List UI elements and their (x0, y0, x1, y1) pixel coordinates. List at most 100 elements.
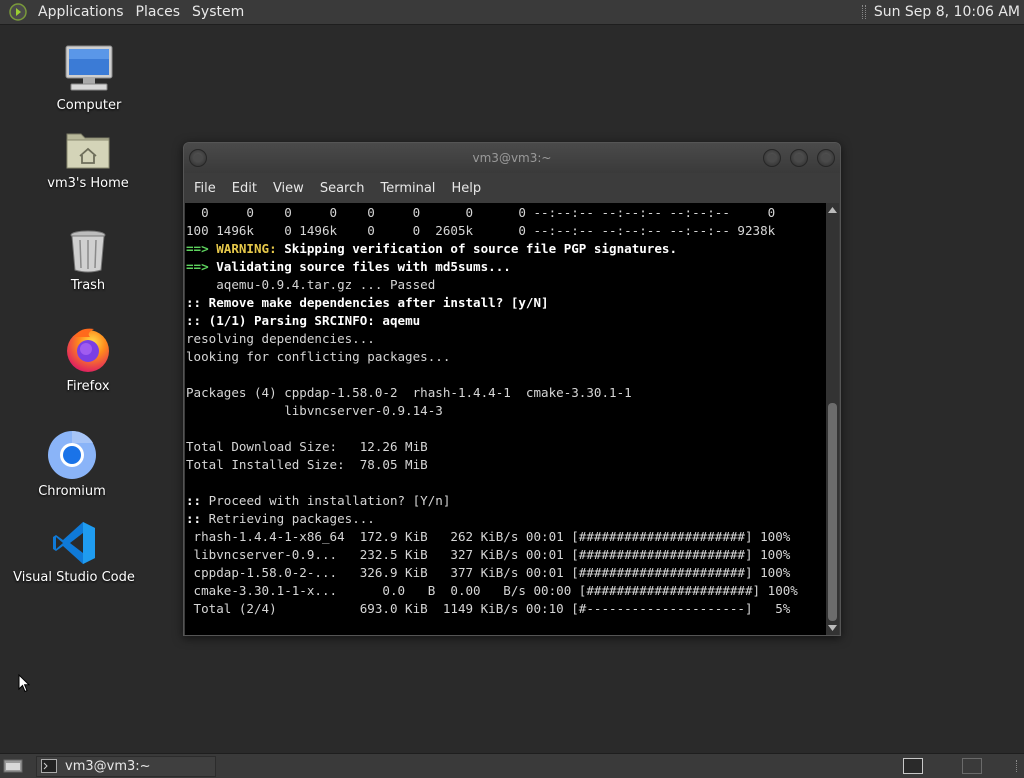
home-folder-icon (66, 133, 110, 169)
desktop-icon-firefox[interactable]: Firefox (48, 325, 128, 394)
maximize-button[interactable] (790, 149, 808, 167)
line-text: (1/1) Parsing SRCINFO: aqemu (208, 313, 421, 328)
line-text: libvncserver-0.9.14-3 (186, 403, 443, 418)
menu-edit[interactable]: Edit (232, 181, 257, 196)
taskbar-label: vm3@vm3:~ (65, 758, 151, 774)
terminal-line: looking for conflicting packages... (186, 348, 827, 366)
desktop-icon-label: Visual Studio Code (13, 570, 135, 585)
line-emphasis: WARNING: (216, 241, 277, 256)
window-titlebar[interactable]: vm3@vm3:~ (184, 143, 840, 173)
line-text: Total Installed Size: 78.05 MiB (186, 457, 428, 472)
terminal-line: aqemu-0.9.4.tar.gz ... Passed (186, 276, 827, 294)
show-desktop-icon[interactable] (2, 756, 24, 776)
main-menu-icon[interactable] (8, 2, 28, 22)
desktop-icon-chromium[interactable]: Chromium (32, 430, 112, 499)
line-prefix: :: (186, 313, 209, 328)
menu-help[interactable]: Help (451, 181, 481, 196)
system-menu[interactable]: System (190, 4, 246, 20)
terminal-line: ==> WARNING: Skipping verification of so… (186, 240, 827, 258)
desktop-icon-label: Computer (56, 98, 122, 113)
terminal-line: :: Remove make dependencies after instal… (186, 294, 827, 312)
chromium-icon (48, 430, 96, 479)
terminal-line: :: (1/1) Parsing SRCINFO: aqemu (186, 312, 827, 330)
line-text: Total (2/4) 693.0 KiB 1149 KiB/s 00:10 [… (186, 601, 791, 616)
menu-terminal[interactable]: Terminal (380, 181, 435, 196)
terminal-output[interactable]: 0 0 0 0 0 0 0 0 --:--:-- --:--:-- --:--:… (185, 203, 827, 635)
panel-handle (1016, 760, 1019, 772)
panel-separator (861, 5, 866, 19)
taskbar-terminal-button[interactable]: vm3@vm3:~ (36, 755, 216, 777)
scroll-up-arrow-icon[interactable] (828, 205, 837, 215)
computer-icon (65, 45, 113, 91)
line-prefix: :: (186, 511, 209, 526)
terminal-menubar: File Edit View Search Terminal Help (184, 173, 840, 203)
scrollbar-thumb[interactable] (828, 403, 837, 621)
desktop-icon-label: vm3's Home (47, 176, 129, 191)
mouse-pointer-icon (18, 673, 31, 697)
terminal-line: ==> Validating source files with md5sums… (186, 258, 827, 276)
line-text: resolving dependencies... (186, 331, 375, 346)
menu-view[interactable]: View (273, 181, 304, 196)
applications-menu[interactable]: Applications (36, 4, 126, 20)
terminal-line: 100 1496k 0 1496k 0 0 2605k 0 --:--:-- -… (186, 222, 827, 240)
line-text: cppdap-1.58.0-2-... 326.9 KiB 377 KiB/s … (186, 565, 791, 580)
terminal-line: Total Installed Size: 78.05 MiB (186, 456, 827, 474)
clock[interactable]: Sun Sep 8, 10:06 AM (874, 4, 1020, 20)
line-text: rhash-1.4.4-1-x86_64 172.9 KiB 262 KiB/s… (186, 529, 791, 544)
desktop-icon-label: Chromium (38, 484, 106, 499)
minimize-button[interactable] (763, 149, 781, 167)
terminal-line: rhash-1.4.4-1-x86_64 172.9 KiB 262 KiB/s… (186, 528, 827, 546)
line-text: 100 1496k 0 1496k 0 0 2605k 0 --:--:-- -… (186, 223, 776, 238)
vscode-icon (53, 522, 95, 564)
terminal-line: cmake-3.30.1-1-x... 0.0 B 0.00 B/s 00:00… (186, 582, 827, 600)
scroll-down-arrow-icon[interactable] (828, 623, 837, 633)
desktop-icon-vscode[interactable]: Visual Studio Code (13, 520, 135, 585)
terminal-line: libvncserver-0.9... 232.5 KiB 327 KiB/s … (186, 546, 827, 564)
terminal-line: :: Retrieving packages... (186, 510, 827, 528)
line-text: cmake-3.30.1-1-x... 0.0 B 0.00 B/s 00:00… (186, 583, 798, 598)
line-text: aqemu-0.9.4.tar.gz ... Passed (186, 277, 436, 292)
menu-file[interactable]: File (194, 181, 216, 196)
terminal-icon (41, 759, 57, 773)
terminal-window[interactable]: vm3@vm3:~ File Edit View Search Terminal… (183, 142, 841, 636)
trash-icon (70, 230, 106, 273)
menu-search[interactable]: Search (320, 181, 365, 196)
desktop-icon-computer[interactable]: Computer (48, 44, 130, 113)
firefox-icon (67, 328, 109, 372)
terminal-line: 0 0 0 0 0 0 0 0 --:--:-- --:--:-- --:--:… (186, 204, 827, 222)
terminal-line: libvncserver-0.9.14-3 (186, 402, 827, 420)
line-prefix: :: (186, 295, 209, 310)
line-text: Proceed with installation? [Y/n] (208, 493, 451, 508)
terminal-line: Total (2/4) 693.0 KiB 1149 KiB/s 00:10 [… (186, 600, 827, 618)
terminal-line: Packages (4) cppdap-1.58.0-2 rhash-1.4.4… (186, 384, 827, 402)
close-button[interactable] (817, 149, 835, 167)
line-text: Total Download Size: 12.26 MiB (186, 439, 428, 454)
terminal-line: Total Download Size: 12.26 MiB (186, 438, 827, 456)
line-text: 0 0 0 0 0 0 0 0 --:--:-- --:--:-- --:--:… (186, 205, 776, 220)
line-prefix: ==> (186, 259, 217, 274)
desktop-icon-label: Firefox (66, 379, 110, 394)
line-text: Skipping verification of source file PGP… (276, 241, 678, 256)
line-prefix: ==> (186, 241, 217, 256)
line-text: Remove make dependencies after install? … (208, 295, 549, 310)
terminal-scrollbar[interactable] (826, 203, 839, 635)
workspace-1[interactable] (903, 758, 923, 774)
desktop-icon-label: Trash (70, 278, 106, 293)
places-menu[interactable]: Places (134, 4, 183, 20)
desktop-icon-home[interactable]: vm3's Home (40, 128, 136, 191)
desktop-icon-trash[interactable]: Trash (48, 228, 128, 293)
window-menu-button[interactable] (189, 149, 207, 167)
terminal-line: cppdap-1.58.0-2-... 326.9 KiB 377 KiB/s … (186, 564, 827, 582)
line-text: Retrieving packages... (208, 511, 375, 526)
line-text: Validating source files with md5sums... (216, 259, 511, 274)
bottom-panel: vm3@vm3:~ (0, 753, 1024, 778)
top-panel: Applications Places System Sun Sep 8, 10… (0, 0, 1024, 25)
line-text: looking for conflicting packages... (186, 349, 451, 364)
workspace-2[interactable] (962, 758, 982, 774)
line-text: Packages (4) cppdap-1.58.0-2 rhash-1.4.4… (186, 385, 632, 400)
terminal-line: resolving dependencies... (186, 330, 827, 348)
line-text: libvncserver-0.9... 232.5 KiB 327 KiB/s … (186, 547, 791, 562)
